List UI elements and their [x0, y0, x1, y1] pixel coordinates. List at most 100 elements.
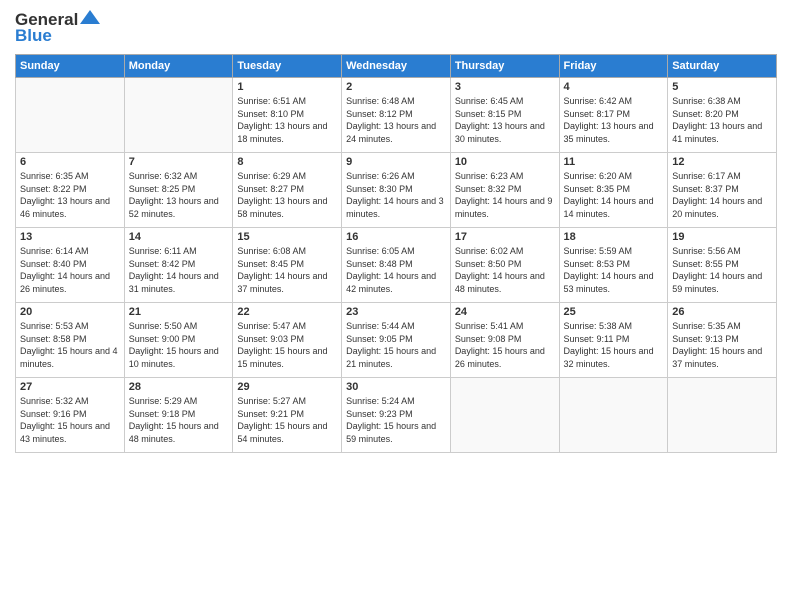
calendar-week-3: 13 Sunrise: 6:14 AMSunset: 8:40 PMDayligh…: [16, 228, 777, 303]
day-number: 18: [564, 231, 664, 243]
day-number: 2: [346, 81, 446, 93]
day-number: 10: [455, 156, 555, 168]
day-number: 21: [129, 306, 229, 318]
logo: General Blue: [15, 10, 100, 46]
day-info: Sunrise: 6:05 AMSunset: 8:48 PMDaylight:…: [346, 245, 446, 295]
calendar-cell: 20 Sunrise: 5:53 AMSunset: 8:58 PMDayligh…: [16, 303, 125, 378]
day-number: 1: [237, 81, 337, 93]
calendar-cell: 7 Sunrise: 6:32 AMSunset: 8:25 PMDaylight…: [124, 153, 233, 228]
day-number: 5: [672, 81, 772, 93]
day-info: Sunrise: 6:17 AMSunset: 8:37 PMDaylight:…: [672, 170, 772, 220]
day-number: 24: [455, 306, 555, 318]
day-info: Sunrise: 5:35 AMSunset: 9:13 PMDaylight:…: [672, 320, 772, 370]
weekday-header-thursday: Thursday: [450, 55, 559, 78]
page: General Blue SundayMondayTuesdayWednesda…: [0, 0, 792, 612]
day-info: Sunrise: 5:38 AMSunset: 9:11 PMDaylight:…: [564, 320, 664, 370]
day-number: 3: [455, 81, 555, 93]
day-info: Sunrise: 6:35 AMSunset: 8:22 PMDaylight:…: [20, 170, 120, 220]
day-number: 26: [672, 306, 772, 318]
calendar-cell: 26 Sunrise: 5:35 AMSunset: 9:13 PMDayligh…: [668, 303, 777, 378]
day-number: 7: [129, 156, 229, 168]
weekday-header-wednesday: Wednesday: [342, 55, 451, 78]
day-info: Sunrise: 5:47 AMSunset: 9:03 PMDaylight:…: [237, 320, 337, 370]
day-number: 13: [20, 231, 120, 243]
calendar-cell: [450, 378, 559, 453]
calendar-week-4: 20 Sunrise: 5:53 AMSunset: 8:58 PMDayligh…: [16, 303, 777, 378]
calendar-cell: 5 Sunrise: 6:38 AMSunset: 8:20 PMDaylight…: [668, 78, 777, 153]
calendar-cell: [16, 78, 125, 153]
weekday-header-saturday: Saturday: [668, 55, 777, 78]
day-number: 23: [346, 306, 446, 318]
logo-icon: [80, 10, 100, 26]
day-info: Sunrise: 5:24 AMSunset: 9:23 PMDaylight:…: [346, 395, 446, 445]
day-info: Sunrise: 6:23 AMSunset: 8:32 PMDaylight:…: [455, 170, 555, 220]
weekday-header-sunday: Sunday: [16, 55, 125, 78]
day-info: Sunrise: 6:29 AMSunset: 8:27 PMDaylight:…: [237, 170, 337, 220]
calendar-week-5: 27Sunrise: 5:32 AMSunset: 9:16 PMDayligh…: [16, 378, 777, 453]
calendar-cell: 9 Sunrise: 6:26 AMSunset: 8:30 PMDaylight…: [342, 153, 451, 228]
header: General Blue: [15, 10, 777, 46]
day-number: 6: [20, 156, 120, 168]
calendar-cell: 10 Sunrise: 6:23 AMSunset: 8:32 PMDayligh…: [450, 153, 559, 228]
day-number: 25: [564, 306, 664, 318]
day-number: 15: [237, 231, 337, 243]
day-info: Sunrise: 6:02 AMSunset: 8:50 PMDaylight:…: [455, 245, 555, 295]
calendar-cell: 11Sunrise: 6:20 AMSunset: 8:35 PMDayligh…: [559, 153, 668, 228]
day-info: Sunrise: 5:53 AMSunset: 8:58 PMDaylight:…: [20, 320, 120, 370]
day-info: Sunrise: 5:32 AMSunset: 9:16 PMDaylight:…: [20, 395, 120, 445]
calendar-cell: 8Sunrise: 6:29 AMSunset: 8:27 PMDaylight…: [233, 153, 342, 228]
calendar-cell: 1Sunrise: 6:51 AMSunset: 8:10 PMDaylight…: [233, 78, 342, 153]
day-info: Sunrise: 6:45 AMSunset: 8:15 PMDaylight:…: [455, 95, 555, 145]
day-info: Sunrise: 5:27 AMSunset: 9:21 PMDaylight:…: [237, 395, 337, 445]
day-number: 12: [672, 156, 772, 168]
calendar-cell: 2 Sunrise: 6:48 AMSunset: 8:12 PMDaylight…: [342, 78, 451, 153]
day-number: 20: [20, 306, 120, 318]
day-number: 28: [129, 381, 229, 393]
day-info: Sunrise: 5:41 AMSunset: 9:08 PMDaylight:…: [455, 320, 555, 370]
day-number: 11: [564, 156, 664, 168]
day-info: Sunrise: 6:32 AMSunset: 8:25 PMDaylight:…: [129, 170, 229, 220]
calendar-cell: [668, 378, 777, 453]
day-info: Sunrise: 6:08 AMSunset: 8:45 PMDaylight:…: [237, 245, 337, 295]
calendar-cell: 18Sunrise: 5:59 AMSunset: 8:53 PMDayligh…: [559, 228, 668, 303]
day-info: Sunrise: 6:38 AMSunset: 8:20 PMDaylight:…: [672, 95, 772, 145]
calendar-week-1: 1Sunrise: 6:51 AMSunset: 8:10 PMDaylight…: [16, 78, 777, 153]
calendar-cell: [124, 78, 233, 153]
weekday-header-monday: Monday: [124, 55, 233, 78]
day-info: Sunrise: 6:48 AMSunset: 8:12 PMDaylight:…: [346, 95, 446, 145]
calendar: SundayMondayTuesdayWednesdayThursdayFrid…: [15, 54, 777, 453]
day-info: Sunrise: 5:29 AMSunset: 9:18 PMDaylight:…: [129, 395, 229, 445]
calendar-cell: 14Sunrise: 6:11 AMSunset: 8:42 PMDayligh…: [124, 228, 233, 303]
day-number: 30: [346, 381, 446, 393]
calendar-cell: 27Sunrise: 5:32 AMSunset: 9:16 PMDayligh…: [16, 378, 125, 453]
calendar-cell: 23Sunrise: 5:44 AMSunset: 9:05 PMDayligh…: [342, 303, 451, 378]
day-number: 19: [672, 231, 772, 243]
calendar-cell: 15 Sunrise: 6:08 AMSunset: 8:45 PMDayligh…: [233, 228, 342, 303]
day-number: 4: [564, 81, 664, 93]
day-info: Sunrise: 6:26 AMSunset: 8:30 PMDaylight:…: [346, 170, 446, 220]
calendar-cell: 3 Sunrise: 6:45 AMSunset: 8:15 PMDaylight…: [450, 78, 559, 153]
calendar-cell: 16 Sunrise: 6:05 AMSunset: 8:48 PMDayligh…: [342, 228, 451, 303]
day-info: Sunrise: 6:11 AMSunset: 8:42 PMDaylight:…: [129, 245, 229, 295]
calendar-cell: 30 Sunrise: 5:24 AMSunset: 9:23 PMDayligh…: [342, 378, 451, 453]
calendar-week-2: 6 Sunrise: 6:35 AMSunset: 8:22 PMDaylight…: [16, 153, 777, 228]
day-number: 9: [346, 156, 446, 168]
calendar-cell: 17 Sunrise: 6:02 AMSunset: 8:50 PMDayligh…: [450, 228, 559, 303]
calendar-header-row: SundayMondayTuesdayWednesdayThursdayFrid…: [16, 55, 777, 78]
calendar-cell: 28 Sunrise: 5:29 AMSunset: 9:18 PMDayligh…: [124, 378, 233, 453]
day-number: 29: [237, 381, 337, 393]
calendar-cell: 4 Sunrise: 6:42 AMSunset: 8:17 PMDaylight…: [559, 78, 668, 153]
day-info: Sunrise: 6:14 AMSunset: 8:40 PMDaylight:…: [20, 245, 120, 295]
calendar-cell: 21 Sunrise: 5:50 AMSunset: 9:00 PMDayligh…: [124, 303, 233, 378]
calendar-cell: 29 Sunrise: 5:27 AMSunset: 9:21 PMDayligh…: [233, 378, 342, 453]
weekday-header-tuesday: Tuesday: [233, 55, 342, 78]
day-number: 16: [346, 231, 446, 243]
calendar-cell: 25 Sunrise: 5:38 AMSunset: 9:11 PMDayligh…: [559, 303, 668, 378]
day-info: Sunrise: 5:50 AMSunset: 9:00 PMDaylight:…: [129, 320, 229, 370]
calendar-cell: 19 Sunrise: 5:56 AMSunset: 8:55 PMDayligh…: [668, 228, 777, 303]
day-info: Sunrise: 6:42 AMSunset: 8:17 PMDaylight:…: [564, 95, 664, 145]
day-number: 17: [455, 231, 555, 243]
calendar-cell: 6 Sunrise: 6:35 AMSunset: 8:22 PMDaylight…: [16, 153, 125, 228]
day-info: Sunrise: 5:56 AMSunset: 8:55 PMDaylight:…: [672, 245, 772, 295]
calendar-cell: 13 Sunrise: 6:14 AMSunset: 8:40 PMDayligh…: [16, 228, 125, 303]
